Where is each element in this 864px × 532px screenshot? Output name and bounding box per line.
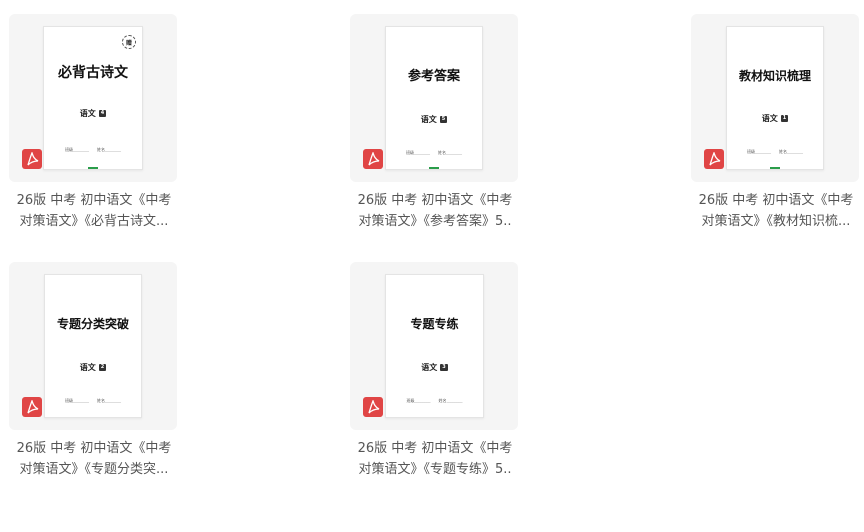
pdf-icon xyxy=(22,149,42,169)
file-name-line-2: 对策语文》《教材知识梳... xyxy=(701,214,851,229)
file-name-line-2: 对策语文》《必背古诗文... xyxy=(19,214,169,229)
field-class: 班级 xyxy=(406,150,430,155)
file-name-line-1: 26版 中考 初中语文《中考 xyxy=(357,193,513,208)
file-name-line-1: 26版 中考 初中语文《中考 xyxy=(357,441,513,456)
document-fields: 班级 姓名 xyxy=(386,398,483,404)
file-name-line-2: 对策语文》《专题分类突... xyxy=(19,462,169,477)
document-stripe xyxy=(429,167,439,169)
document-subject: 语文 5 xyxy=(386,114,482,125)
seal-icon: 赠 xyxy=(122,35,136,49)
document-stripe xyxy=(770,167,780,169)
subject-label: 语文 xyxy=(761,114,778,123)
document-title: 专题专练 xyxy=(410,317,459,331)
file-thumbnail[interactable]: 赠 必背古诗文 语文4 班级 姓名 xyxy=(9,14,177,182)
field-name: 姓名 xyxy=(97,147,121,152)
document-fields: 班级 姓名 xyxy=(386,150,482,156)
file-name-line-1: 26版 中考 初中语文《中考 xyxy=(698,193,854,208)
subject-label: 语文 xyxy=(420,115,437,124)
file-thumbnail[interactable]: 专题分类突破 语文2 班级 姓名 xyxy=(9,262,177,430)
pdf-icon xyxy=(22,397,42,417)
subject-label: 语文 xyxy=(79,363,96,372)
document-fields: 班级 姓名 xyxy=(45,398,141,404)
volume-badge: 4 xyxy=(98,110,107,117)
document-subject: 语文 1 xyxy=(727,113,823,124)
file-name-line-1: 26版 中考 初中语文《中考 xyxy=(16,193,172,208)
document-title: 教材知识梳理 xyxy=(738,69,811,83)
file-name-line-2: 对策语文》《专题专练》5.. xyxy=(358,462,512,477)
document-preview: 专题分类突破 语文2 班级 姓名 xyxy=(44,274,142,418)
file-thumbnail[interactable]: 专题专练 语文3 班级 姓名 xyxy=(350,262,518,430)
document-subject: 语文 4 xyxy=(44,108,142,119)
document-fields: 班级 姓名 xyxy=(44,147,142,153)
field-name: 姓名 xyxy=(438,150,462,155)
document-preview: 赠 必背古诗文 语文4 班级 姓名 xyxy=(43,26,143,170)
field-name: 姓名 xyxy=(439,398,463,403)
file-name[interactable]: 26版 中考 初中语文《中考 对策语文》《教材知识梳... xyxy=(691,190,861,232)
pdf-icon xyxy=(704,149,724,169)
file-thumbnail[interactable]: 参考答案 语文5 班级 姓名 xyxy=(350,14,518,182)
field-class: 班级 xyxy=(747,149,771,154)
file-name[interactable]: 26版 中考 初中语文《中考 对策语文》《专题分类突... xyxy=(9,438,179,480)
document-fields: 班级 姓名 xyxy=(727,149,823,155)
file-name[interactable]: 26版 中考 初中语文《中考 对策语文》《必背古诗文... xyxy=(9,190,179,232)
subject-label: 语文 xyxy=(79,109,96,118)
volume-badge: 1 xyxy=(780,115,789,122)
volume-badge: 2 xyxy=(98,364,107,371)
document-title: 必背古诗文 xyxy=(58,65,128,81)
subject-label: 语文 xyxy=(421,363,438,372)
pdf-icon xyxy=(363,397,383,417)
file-name-line-2: 对策语文》《参考答案》5.. xyxy=(358,214,512,229)
volume-badge: 5 xyxy=(439,116,448,123)
field-class: 班级 xyxy=(65,398,89,403)
document-preview: 教材知识梳理 语文1 班级 姓名 xyxy=(726,26,824,170)
field-name: 姓名 xyxy=(97,398,121,403)
document-subject: 语文 2 xyxy=(45,362,141,373)
volume-badge: 3 xyxy=(440,364,448,371)
field-name: 姓名 xyxy=(779,149,803,154)
document-subject: 语文 3 xyxy=(386,362,483,373)
document-stripe xyxy=(88,167,98,169)
file-thumbnail[interactable]: 教材知识梳理 语文1 班级 姓名 xyxy=(691,14,859,182)
document-preview: 参考答案 语文5 班级 姓名 xyxy=(385,26,483,170)
document-title: 参考答案 xyxy=(407,69,460,84)
document-preview: 专题专练 语文3 班级 姓名 xyxy=(385,274,484,418)
file-grid: 赠 必背古诗文 语文4 班级姓名 26版 中考 初中语文《中考 对策语文》《必背… xyxy=(0,0,864,532)
field-class: 班级 xyxy=(65,147,89,152)
file-name-line-1: 26版 中考 初中语文《中考 xyxy=(16,441,172,456)
pdf-icon xyxy=(363,149,383,169)
file-name[interactable]: 26版 中考 初中语文《中考 对策语文》《专题专练》5.. xyxy=(350,438,520,480)
field-class: 班级 xyxy=(407,398,431,403)
document-title: 专题分类突破 xyxy=(56,317,129,331)
file-name[interactable]: 26版 中考 初中语文《中考 对策语文》《参考答案》5.. xyxy=(350,190,520,232)
